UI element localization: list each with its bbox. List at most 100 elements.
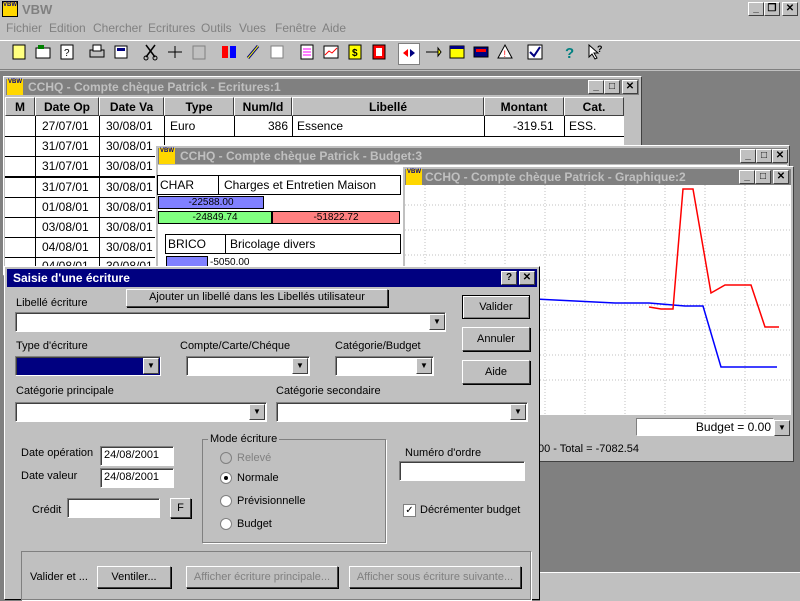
- ecritures-maximize-button[interactable]: □: [604, 80, 620, 94]
- afficher-principale-button[interactable]: Afficher écriture principale...: [186, 566, 338, 588]
- menu-edition[interactable]: Edition: [49, 21, 86, 35]
- cat-principale-dropdown[interactable]: ▼: [249, 404, 265, 420]
- app-close-button[interactable]: ✕: [782, 2, 798, 16]
- checkmark-icon[interactable]: [524, 43, 546, 65]
- chart-icon[interactable]: [320, 43, 342, 65]
- budget-minimize-button[interactable]: _: [740, 149, 756, 163]
- bottom-status-strip: [540, 572, 800, 601]
- mode-previsionnelle-radio[interactable]: [220, 495, 232, 507]
- col-date-va[interactable]: Date Va: [99, 97, 164, 116]
- budget-cat2-code: BRICO: [168, 237, 207, 251]
- warning-icon[interactable]: !: [494, 43, 516, 65]
- add-libelle-button[interactable]: Ajouter un libellé dans les Libellés uti…: [126, 289, 388, 307]
- aide-button[interactable]: Aide: [462, 360, 530, 384]
- graphique-titlebar: VBW CCHQ - Compte chèque Patrick - Graph…: [405, 169, 791, 185]
- categorie-budget-dropdown[interactable]: ▼: [416, 358, 432, 374]
- calculator-icon[interactable]: [110, 43, 132, 65]
- numero-input[interactable]: [399, 461, 525, 481]
- graphique-maximize-button[interactable]: □: [755, 170, 771, 184]
- menu-fenetre[interactable]: Fenêtre: [275, 21, 316, 35]
- decrementer-checkbox[interactable]: ✓: [403, 504, 416, 517]
- budget-bar-planned-value: -22588.00: [188, 197, 234, 208]
- ecritures-close-button[interactable]: ✕: [622, 80, 638, 94]
- app-title: VBW: [22, 2, 53, 17]
- app-minimize-button[interactable]: _: [748, 2, 764, 16]
- menu-ecritures[interactable]: Ecritures: [148, 21, 195, 35]
- paste-icon[interactable]: [188, 43, 210, 65]
- col-date-op[interactable]: Date Op: [35, 97, 99, 116]
- mode-normale-radio[interactable]: [220, 472, 232, 484]
- libelle-dropdown[interactable]: ▼: [429, 314, 445, 330]
- budget-maximize-button[interactable]: □: [756, 149, 772, 163]
- compte-dropdown[interactable]: ▼: [292, 358, 308, 374]
- libelle-input[interactable]: [15, 312, 446, 332]
- credit-input[interactable]: [67, 498, 160, 518]
- edit-pencil-icon[interactable]: [242, 43, 264, 65]
- budget-titlebar: VBW CCHQ - Compte chèque Patrick - Budge…: [158, 148, 788, 164]
- open-icon[interactable]: [32, 43, 54, 65]
- category-icon[interactable]: [218, 43, 240, 65]
- type-dropdown[interactable]: ▼: [143, 358, 159, 374]
- budget-close-button[interactable]: ✕: [772, 149, 788, 163]
- col-m[interactable]: M: [5, 97, 35, 116]
- reconcile-icon[interactable]: [398, 43, 420, 65]
- calendar-icon[interactable]: [446, 43, 468, 65]
- bill-icon[interactable]: [368, 43, 390, 65]
- transfer-icon[interactable]: [422, 43, 444, 65]
- cat-principale-select[interactable]: [15, 402, 267, 422]
- menu-vues[interactable]: Vues: [239, 21, 266, 35]
- dialog-help-button[interactable]: ?: [501, 271, 517, 285]
- mode-releve-radio[interactable]: [220, 452, 232, 464]
- col-cat[interactable]: Cat.: [564, 97, 624, 116]
- graphique-close-button[interactable]: ✕: [773, 170, 789, 184]
- app-logo-icon: VBW: [2, 1, 18, 17]
- cut-icon[interactable]: [140, 43, 162, 65]
- annuler-button[interactable]: Annuler: [462, 327, 530, 351]
- budget-cat2-row[interactable]: BRICO Bricolage divers: [165, 234, 401, 254]
- col-type[interactable]: Type: [164, 97, 234, 116]
- new-document-icon[interactable]: [8, 43, 30, 65]
- context-help-icon[interactable]: ?: [584, 43, 606, 65]
- col-montant[interactable]: Montant: [484, 97, 564, 116]
- mode-budget-radio[interactable]: [220, 518, 232, 530]
- ecritures-minimize-button[interactable]: _: [588, 80, 604, 94]
- graphique-title: CCHQ - Compte chèque Patrick - Graphique…: [425, 170, 686, 184]
- cat-secondaire-label: Catégorie secondaire: [276, 385, 381, 397]
- help-icon[interactable]: ?: [558, 43, 580, 65]
- ventiler-button[interactable]: Ventiler...: [97, 566, 171, 588]
- app-restore-button[interactable]: ❐: [764, 2, 780, 16]
- print-icon[interactable]: [86, 43, 108, 65]
- help-doc-icon[interactable]: ?: [56, 43, 78, 65]
- col-libelle[interactable]: Libellé: [292, 97, 484, 116]
- menu-chercher[interactable]: Chercher: [93, 21, 142, 35]
- graph-status-text: 00 - Total = -7082.54: [538, 443, 640, 455]
- report-icon[interactable]: [296, 43, 318, 65]
- valider-button[interactable]: Valider: [462, 295, 530, 319]
- col-num-id[interactable]: Num/Id: [234, 97, 292, 116]
- type-select[interactable]: [15, 356, 161, 376]
- afficher-suivante-button[interactable]: Afficher sous écriture suivante...: [349, 566, 521, 588]
- dollar-icon[interactable]: $: [344, 43, 366, 65]
- card-icon[interactable]: [470, 43, 492, 65]
- menu-aide[interactable]: Aide: [322, 21, 346, 35]
- cat-secondaire-dropdown[interactable]: ▼: [510, 404, 526, 420]
- budget-cat1-row[interactable]: CHAR Charges et Entretien Maison: [157, 175, 401, 195]
- cell-date-op: 27/07/01: [42, 119, 89, 133]
- budget-cat1-name: Charges et Entretien Maison: [224, 178, 377, 192]
- credit-label: Crédit: [32, 504, 62, 516]
- menu-fichier[interactable]: Fichier: [6, 21, 42, 35]
- graph-bottom-panel: Budget = 0.00 ▼ 00 - Total = -7082.54: [538, 416, 792, 460]
- date-valeur-input[interactable]: 24/08/2001: [100, 468, 174, 488]
- doc-icon: VBW: [159, 148, 175, 164]
- cat-principale-label: Catégorie principale: [16, 385, 114, 397]
- dialog-close-button[interactable]: ✕: [519, 271, 535, 285]
- graph-budget-dropdown[interactable]: ▼: [774, 420, 790, 436]
- notes-icon[interactable]: [266, 43, 288, 65]
- menu-outils[interactable]: Outils: [201, 21, 232, 35]
- cat-secondaire-select[interactable]: [276, 402, 528, 422]
- split-icon[interactable]: [164, 43, 186, 65]
- date-operation-input[interactable]: 24/08/2001: [100, 446, 174, 466]
- credit-f-button[interactable]: F: [170, 498, 191, 518]
- graphique-minimize-button[interactable]: _: [739, 170, 755, 184]
- graph-budget-box: Budget = 0.00: [636, 418, 774, 436]
